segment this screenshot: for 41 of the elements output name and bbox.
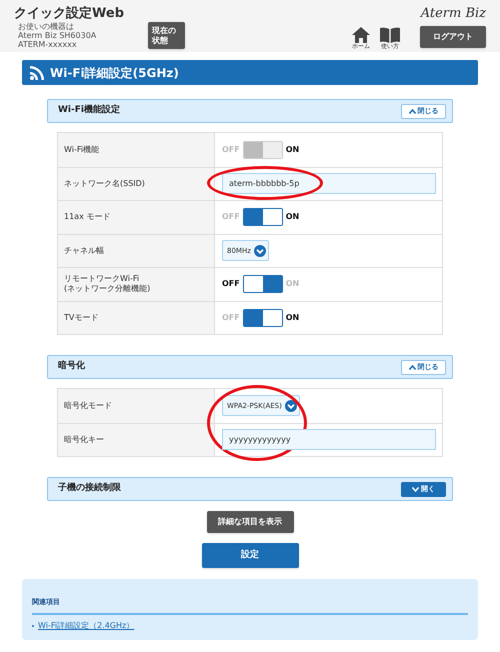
field-label: チャネル幅 xyxy=(64,246,104,256)
input-field[interactable]: aterm-bbbbbb-5p xyxy=(222,173,436,194)
wifi-icon xyxy=(30,66,44,80)
on-label: ON xyxy=(286,312,300,324)
chevron-down-icon xyxy=(284,400,297,412)
chevron-down-icon xyxy=(412,486,419,492)
on-label: ON xyxy=(286,278,300,290)
chevron-up-icon xyxy=(408,364,416,370)
brand-logo: Aterm Biz xyxy=(420,6,486,22)
device-info: お使いの機器は Aterm Biz SH6030A ATERM-xxxxxx xyxy=(17,21,98,49)
off-label: OFF xyxy=(222,211,240,224)
logout-button[interactable]: ログアウト xyxy=(420,26,486,48)
app-title: クイック設定Web xyxy=(14,6,124,21)
field-label: 暗号化モード xyxy=(64,400,112,411)
section-title[interactable]: Wi-Fi機能設定 xyxy=(58,104,120,118)
section-title[interactable]: 暗号化 xyxy=(58,360,85,374)
chevron-up-icon xyxy=(408,108,416,114)
input-field[interactable]: yyyyyyyyyyyyy xyxy=(222,429,436,450)
off-label: OFF xyxy=(222,312,240,324)
toggle-switch[interactable] xyxy=(242,308,283,327)
toggle-switch[interactable] xyxy=(242,208,283,226)
on-label: ON xyxy=(286,211,300,224)
on-label: ON xyxy=(286,144,300,156)
related-link[interactable]: Wi-Fi詳細設定（2.4GHz） xyxy=(38,620,134,632)
field-label: 暗号化キー xyxy=(64,434,104,445)
off-label: OFF xyxy=(222,278,240,290)
off-label: OFF xyxy=(222,144,240,156)
page-title: Wi-Fi詳細設定(5GHz) xyxy=(50,64,179,82)
home-icon xyxy=(352,27,370,43)
toggle-switch[interactable] xyxy=(242,275,283,294)
field-label: リモートワークWi-Fi (ネットワーク分離機能) xyxy=(64,274,150,294)
book-icon xyxy=(380,27,400,43)
section-title[interactable]: 子機の接続制限 xyxy=(58,482,121,496)
details-button[interactable]: 詳細な項目を表示 xyxy=(206,511,294,533)
status-button[interactable]: 現在の状態 xyxy=(148,22,185,49)
submit-button[interactable]: 設定 xyxy=(202,543,298,568)
field-label: ネットワーク名(SSID) xyxy=(64,178,145,189)
field-label: Wi-Fi機能 xyxy=(64,144,100,155)
field-label: TVモード xyxy=(64,312,98,323)
chevron-down-icon xyxy=(254,244,266,257)
field-label: 11ax モード xyxy=(64,212,110,222)
